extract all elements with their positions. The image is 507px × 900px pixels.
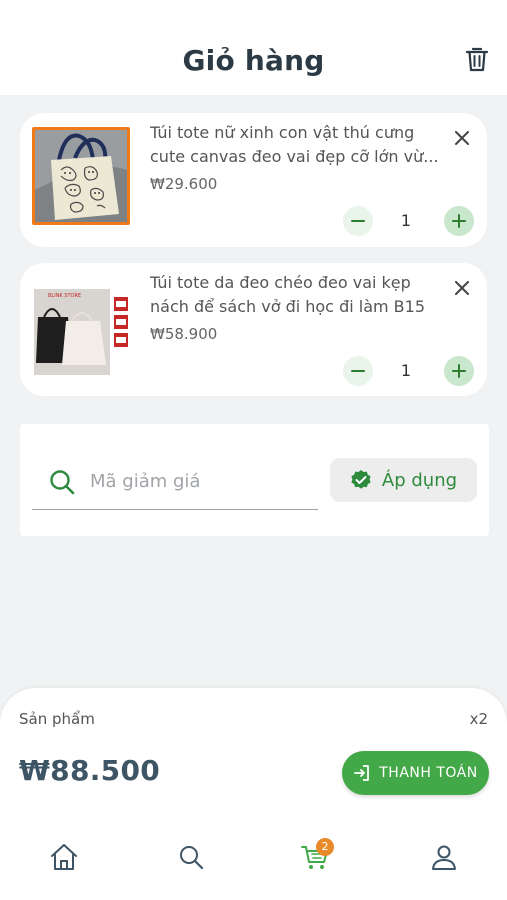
search-icon bbox=[50, 470, 75, 495]
cart-item: BLINK STORE Túi tote da đeo chéo đeo vai… bbox=[20, 263, 487, 396]
checkout-label: THANH TOÁN bbox=[379, 765, 478, 781]
search-icon bbox=[180, 846, 204, 870]
coupon-field[interactable] bbox=[32, 458, 318, 510]
quantity-value: 1 bbox=[400, 211, 412, 230]
bottom-navigation: 2 bbox=[0, 830, 507, 890]
product-name-line1: Túi tote da đeo chéo đeo vai kẹp bbox=[150, 273, 411, 292]
nav-search[interactable] bbox=[176, 842, 206, 872]
decrease-quantity-button[interactable] bbox=[343, 356, 373, 386]
home-icon bbox=[51, 844, 77, 870]
plus-icon bbox=[452, 214, 466, 228]
nav-cart[interactable]: 2 bbox=[300, 838, 334, 872]
product-image[interactable] bbox=[32, 127, 130, 225]
checkout-button[interactable]: THANH TOÁN bbox=[342, 751, 489, 795]
product-price: ₩29.600 bbox=[150, 175, 218, 193]
minus-icon bbox=[351, 370, 365, 372]
decrease-quantity-button[interactable] bbox=[343, 206, 373, 236]
page-title: Giỏ hàng bbox=[182, 44, 325, 77]
close-icon[interactable] bbox=[455, 131, 469, 145]
coupon-section: Áp dụng bbox=[20, 424, 489, 536]
product-name-line2: cute canvas đeo vai đẹp cỡ lớn vừ... bbox=[150, 147, 439, 166]
close-icon[interactable] bbox=[455, 281, 469, 295]
nav-profile[interactable] bbox=[429, 842, 459, 872]
profile-icon bbox=[432, 845, 456, 870]
item-count: x2 bbox=[469, 710, 488, 728]
total-price: ₩88.500 bbox=[19, 754, 161, 787]
nav-home[interactable] bbox=[49, 842, 79, 872]
verified-check-icon bbox=[351, 470, 371, 489]
summary-label: Sản phẩm bbox=[19, 710, 95, 728]
apply-coupon-label: Áp dụng bbox=[381, 469, 458, 491]
product-image[interactable]: BLINK STORE bbox=[32, 277, 130, 375]
product-name[interactable]: Túi tote da đeo chéo đeo vai kẹp nách để… bbox=[150, 271, 442, 319]
product-name-line2: nách để sách vở đi học đi làm B15 bbox=[150, 297, 426, 316]
increase-quantity-button[interactable] bbox=[444, 206, 474, 236]
product-name[interactable]: Túi tote nữ xinh con vật thú cưng cute c… bbox=[150, 121, 442, 169]
quantity-value: 1 bbox=[400, 361, 412, 380]
increase-quantity-button[interactable] bbox=[444, 356, 474, 386]
cart-badge: 2 bbox=[316, 838, 334, 856]
product-name-line1: Túi tote nữ xinh con vật thú cưng bbox=[150, 123, 415, 142]
plus-icon bbox=[452, 364, 466, 378]
cart-item: Túi tote nữ xinh con vật thú cưng cute c… bbox=[20, 113, 487, 247]
minus-icon bbox=[351, 220, 365, 222]
header: Giỏ hàng bbox=[0, 0, 507, 95]
store-logo-text: BLINK STORE bbox=[48, 293, 81, 299]
apply-coupon-button[interactable]: Áp dụng bbox=[330, 458, 477, 502]
trash-icon[interactable] bbox=[465, 46, 489, 72]
login-icon bbox=[354, 765, 370, 781]
coupon-input[interactable] bbox=[90, 466, 310, 496]
product-price: ₩58.900 bbox=[150, 325, 218, 343]
